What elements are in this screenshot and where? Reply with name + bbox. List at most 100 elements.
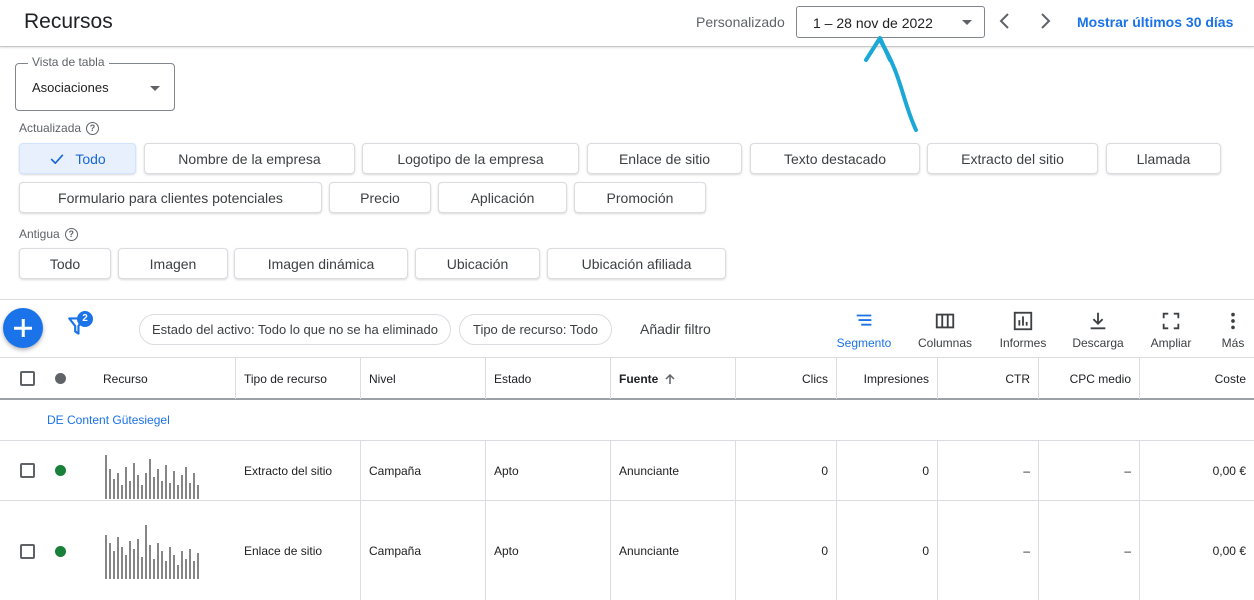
page-title: Recursos	[24, 10, 113, 33]
chip-label: Ubicación afiliada	[581, 255, 692, 272]
chip-affiliate-location[interactable]: Ubicación afiliada	[547, 248, 726, 279]
column-header-resource[interactable]: Recurso	[95, 358, 236, 399]
status-dot-icon	[55, 546, 66, 557]
caret-down-icon	[150, 86, 160, 91]
chip-updated-all[interactable]: Todo	[19, 143, 136, 174]
chip-legacy-all[interactable]: Todo	[19, 248, 111, 279]
column-header-impressions[interactable]: Impresiones	[837, 358, 938, 399]
cell-level: Campaña	[361, 441, 486, 500]
filter-chip-resource-type[interactable]: Tipo de recurso: Todo	[459, 314, 612, 345]
resource-thumbnail-icon	[105, 525, 199, 579]
date-range-label: Personalizado	[696, 14, 785, 30]
arrow-annotation-icon	[864, 36, 918, 132]
chevron-right-icon[interactable]	[1033, 9, 1057, 33]
chip-dynamic-image[interactable]: Imagen dinámica	[234, 248, 408, 279]
add-button[interactable]	[3, 308, 43, 348]
chip-label: Logotipo de la empresa	[397, 150, 544, 167]
tool-label: Ampliar	[1150, 336, 1192, 350]
chip-promotion[interactable]: Promoción	[574, 182, 706, 213]
tool-label: Segmento	[836, 336, 892, 350]
table-row[interactable]: Extracto del sitio Campaña Apto Anuncian…	[0, 441, 1254, 501]
campaign-group-link[interactable]: DE Content Gütesiegel	[47, 413, 170, 427]
chip-label: Ubicación	[446, 255, 509, 272]
chip-price[interactable]: Precio	[329, 182, 431, 213]
column-header-ctr[interactable]: CTR	[938, 358, 1039, 399]
column-label: Clics	[802, 371, 828, 386]
column-header-source[interactable]: Fuente	[611, 358, 736, 399]
segment-button[interactable]: Segmento	[834, 310, 894, 352]
chip-label: Todo	[75, 150, 106, 167]
column-label: Nivel	[369, 371, 396, 386]
cell-impressions: 0	[837, 441, 938, 500]
chip-call[interactable]: Llamada	[1106, 143, 1221, 174]
updated-section-label: Actualizada ?	[19, 121, 100, 135]
reports-button[interactable]: Informes	[995, 310, 1051, 352]
help-icon[interactable]: ?	[86, 121, 100, 135]
chip-label: Aplicación	[470, 189, 535, 206]
chip-label: Extracto del sitio	[961, 150, 1064, 167]
column-header-level[interactable]: Nivel	[361, 358, 486, 399]
columns-button[interactable]: Columnas	[914, 310, 976, 352]
cell-clicks: 0	[736, 441, 837, 500]
row-checkbox[interactable]	[20, 463, 35, 478]
cell-status: Apto	[486, 501, 611, 600]
cell-impressions: 0	[837, 501, 938, 600]
cell-avg-cpc: –	[1039, 501, 1140, 600]
chip-business-logo[interactable]: Logotipo de la empresa	[362, 143, 579, 174]
column-label: Tipo de recurso	[244, 371, 327, 386]
table-view-select[interactable]: Vista de tabla Asociaciones	[15, 55, 175, 111]
select-all-checkbox[interactable]	[20, 371, 35, 386]
show-last-30-days-link[interactable]: Mostrar últimos 30 días	[1077, 14, 1233, 30]
row-checkbox[interactable]	[20, 544, 35, 559]
chip-sitelink[interactable]: Enlace de sitio	[587, 143, 742, 174]
chip-label: Nombre de la empresa	[178, 150, 321, 167]
chip-label: Formulario para clientes potenciales	[58, 189, 283, 206]
column-header-status[interactable]: Estado	[486, 358, 611, 399]
help-icon[interactable]: ?	[64, 227, 78, 241]
fullscreen-icon	[1162, 312, 1180, 330]
column-label: Coste	[1214, 371, 1246, 386]
expand-button[interactable]: Ampliar	[1145, 310, 1197, 352]
column-label: CTR	[1005, 371, 1030, 386]
legacy-label-text: Antigua	[19, 227, 60, 241]
cell-source: Anunciante	[611, 441, 736, 500]
chip-image[interactable]: Imagen	[118, 248, 228, 279]
reports-icon	[1013, 311, 1033, 331]
chip-location[interactable]: Ubicación	[415, 248, 540, 279]
column-label: CPC medio	[1069, 371, 1131, 386]
chip-business-name[interactable]: Nombre de la empresa	[144, 143, 355, 174]
cell-status: Apto	[486, 441, 611, 500]
cell-avg-cpc: –	[1039, 441, 1140, 500]
segment-icon	[856, 314, 872, 326]
tool-label: Descarga	[1072, 336, 1124, 350]
chip-label: Todo	[49, 255, 81, 272]
chip-app[interactable]: Aplicación	[438, 182, 567, 213]
filter-chip-asset-status[interactable]: Estado del activo: Todo lo que no se ha …	[139, 314, 451, 345]
chip-label: Precio	[360, 189, 400, 206]
column-header-avg-cpc[interactable]: CPC medio	[1039, 358, 1140, 399]
cell-type: Extracto del sitio	[236, 441, 361, 500]
column-header-cost[interactable]: Coste	[1140, 358, 1254, 399]
table-row[interactable]: Enlace de sitio Campaña Apto Anunciante …	[0, 501, 1254, 600]
chip-lead-form[interactable]: Formulario para clientes potenciales	[19, 182, 322, 213]
download-icon	[1090, 312, 1106, 330]
chip-callout[interactable]: Texto destacado	[750, 143, 920, 174]
sort-ascending-icon	[665, 373, 675, 384]
column-label: Fuente	[619, 371, 659, 386]
chip-structured-snippet[interactable]: Extracto del sitio	[927, 143, 1098, 174]
updated-label-text: Actualizada	[19, 121, 82, 135]
cell-clicks: 0	[736, 501, 837, 600]
chevron-left-icon[interactable]	[993, 9, 1017, 33]
column-label: Estado	[494, 371, 532, 386]
add-filter-button[interactable]: Añadir filtro	[640, 321, 711, 337]
column-header-type[interactable]: Tipo de recurso	[236, 358, 361, 399]
chip-label: Enlace de sitio	[618, 150, 711, 167]
cell-cost: 0,00 €	[1212, 463, 1246, 478]
download-button[interactable]: Descarga	[1068, 310, 1128, 352]
columns-icon	[935, 313, 955, 329]
column-header-clicks[interactable]: Clics	[736, 358, 837, 399]
status-column-icon	[55, 373, 66, 384]
more-button[interactable]: Más	[1213, 310, 1253, 352]
table-view-value: Asociaciones	[32, 80, 109, 95]
check-icon	[50, 153, 64, 164]
